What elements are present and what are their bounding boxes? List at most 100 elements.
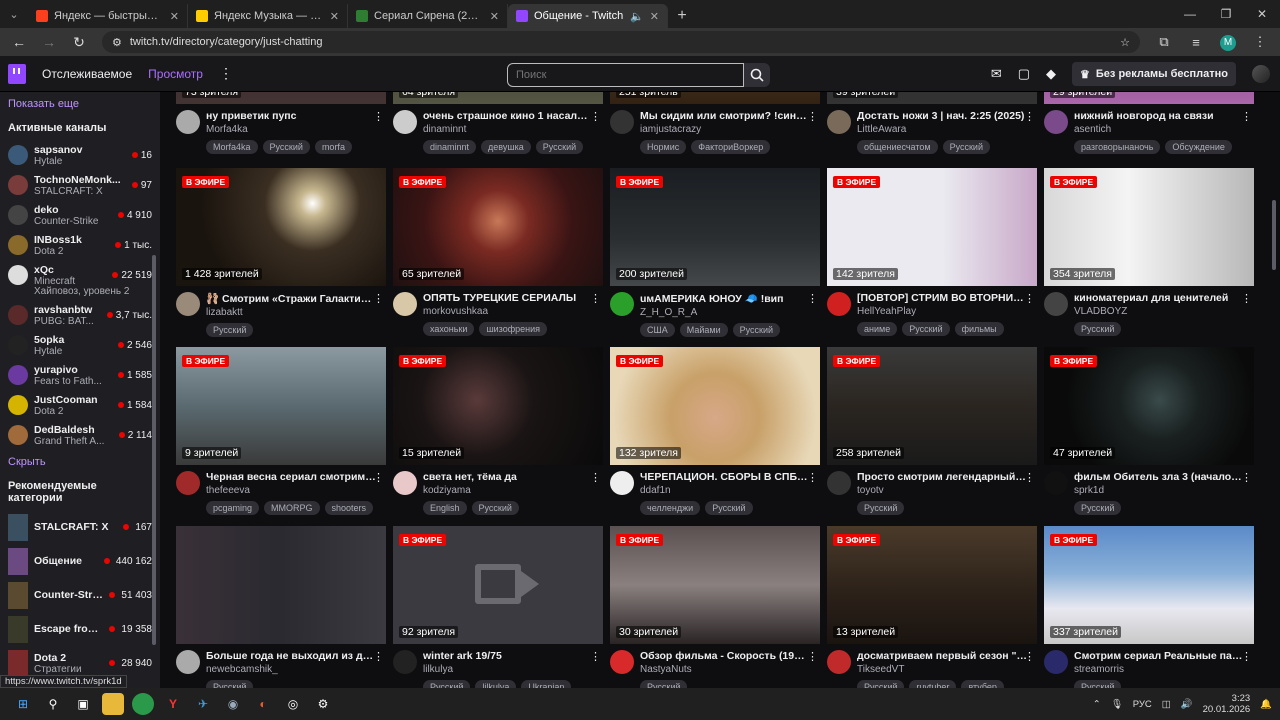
sidebar-category[interactable]: Counter-Strike 51 403 bbox=[0, 578, 160, 612]
stream-tag[interactable]: Русский bbox=[535, 140, 584, 154]
more-options-icon[interactable]: ⋮ bbox=[807, 292, 818, 305]
close-tab-icon[interactable]: ✕ bbox=[330, 10, 339, 23]
stream-card[interactable]: В ЭФИРЕ 47 зрителей фильм Обитель зла 3 … bbox=[1044, 347, 1254, 515]
stream-tag[interactable]: втубер bbox=[961, 680, 1004, 688]
streamer-avatar[interactable] bbox=[610, 110, 634, 134]
streamer-name[interactable]: HellYeahPlay bbox=[857, 306, 1037, 317]
stream-title[interactable]: 🩰 Смотрим «Стражи Галактики... bbox=[206, 292, 386, 305]
playlist-icon[interactable]: ≡ bbox=[1182, 35, 1210, 50]
stream-tag[interactable]: аниме bbox=[857, 322, 898, 336]
stream-thumbnail[interactable]: В ЭФИРЕ 9 зрителей bbox=[176, 347, 386, 465]
browser-tab[interactable]: Яндекс Музыка — собираем м ✕ bbox=[188, 4, 348, 28]
bookmark-star-icon[interactable]: ☆ bbox=[1120, 36, 1130, 49]
stream-tag[interactable]: Русский bbox=[1074, 501, 1122, 515]
prime-button[interactable]: ♛ Без рекламы бесплатно bbox=[1072, 62, 1236, 86]
stream-card[interactable]: Больше года не выходил из дом... newebca… bbox=[176, 526, 386, 688]
stream-card[interactable]: В ЭФИРЕ 337 зрителей Смотрим сериал Реал… bbox=[1044, 526, 1254, 688]
streamer-name[interactable]: kodziyama bbox=[423, 485, 603, 496]
close-tab-icon[interactable]: ✕ bbox=[170, 10, 179, 23]
network-icon[interactable]: ◫ bbox=[1162, 699, 1171, 710]
stream-tag[interactable]: dinaminnt bbox=[423, 140, 477, 154]
more-options-icon[interactable]: ⋮ bbox=[373, 471, 384, 484]
streamer-name[interactable]: ddaf1n bbox=[640, 485, 820, 496]
streamer-avatar[interactable] bbox=[610, 292, 634, 316]
twitch-logo-icon[interactable] bbox=[8, 63, 26, 84]
more-options-icon[interactable]: ⋮ bbox=[1241, 110, 1252, 123]
stream-tag[interactable]: Русский bbox=[1074, 680, 1122, 688]
stream-thumbnail[interactable]: В ЭФИРЕ 30 зрителей bbox=[610, 526, 820, 644]
more-options-icon[interactable]: ⋮ bbox=[590, 292, 601, 305]
more-options-icon[interactable]: ⋮ bbox=[373, 650, 384, 663]
stream-thumbnail[interactable]: В ЭФИРЕ 142 зрителя bbox=[827, 168, 1037, 286]
page-scrollbar[interactable] bbox=[1272, 200, 1276, 270]
streamer-avatar[interactable] bbox=[610, 650, 634, 674]
stream-title[interactable]: очень страшное кино 1 насало в ... bbox=[423, 110, 603, 122]
streamer-name[interactable]: asentich bbox=[1074, 124, 1254, 135]
sidebar-channel[interactable]: sapsanov Hytale 16 bbox=[0, 140, 160, 170]
sidebar-channel[interactable]: yurapivo Fears to Fath... 1 585 bbox=[0, 360, 160, 390]
minimize-icon[interactable]: — bbox=[1172, 7, 1208, 21]
search-input[interactable] bbox=[507, 63, 744, 87]
stream-thumbnail[interactable] bbox=[176, 526, 386, 644]
search-button[interactable] bbox=[744, 63, 770, 87]
more-options-icon[interactable]: ⋮ bbox=[590, 650, 601, 663]
streamer-avatar[interactable] bbox=[176, 471, 200, 495]
browser-tab[interactable]: Общение - Twitch 🔈 ✕ bbox=[508, 4, 668, 28]
stream-title[interactable]: киноматериал для ценителей bbox=[1074, 292, 1254, 304]
language-indicator[interactable]: РУС bbox=[1133, 699, 1152, 710]
streamer-avatar[interactable] bbox=[176, 650, 200, 674]
close-window-icon[interactable]: ✕ bbox=[1244, 7, 1280, 21]
streamer-name[interactable]: toyotv bbox=[857, 485, 1037, 496]
stream-tag[interactable]: Русский bbox=[262, 140, 310, 154]
url-field[interactable]: ⚙ twitch.tv/directory/category/just-chat… bbox=[102, 31, 1140, 53]
stream-tag[interactable]: ruvtuber bbox=[909, 680, 957, 688]
stream-tag[interactable]: Русский bbox=[423, 680, 471, 688]
streamer-name[interactable]: morkovushkaa bbox=[423, 306, 603, 317]
chrome-icon[interactable] bbox=[132, 693, 154, 715]
more-options-icon[interactable]: ⋮ bbox=[590, 110, 601, 123]
steam-icon[interactable]: ◉ bbox=[222, 693, 244, 715]
more-options-icon[interactable]: ⋮ bbox=[373, 110, 384, 123]
task-view-icon[interactable]: ▣ bbox=[72, 693, 94, 715]
stream-tag[interactable]: шизофрения bbox=[479, 322, 548, 336]
more-options-icon[interactable]: ⋮ bbox=[1024, 471, 1035, 484]
streamer-avatar[interactable] bbox=[610, 471, 634, 495]
sidebar-channel[interactable]: INBoss1k Dota 2 1 тыс. bbox=[0, 230, 160, 260]
stream-card[interactable]: В ЭФИРЕ 142 зрителя [ПОВТОР] СТРИМ ВО ВТ… bbox=[827, 168, 1037, 336]
telegram-icon[interactable]: ✈ bbox=[192, 693, 214, 715]
stream-title[interactable]: ну приветик пупс bbox=[206, 110, 386, 122]
stream-title[interactable]: Мы сидим или смотрим? !синем... bbox=[640, 110, 820, 122]
extensions-icon[interactable]: ⧉ bbox=[1150, 34, 1178, 50]
stream-tag[interactable]: pcgaming bbox=[206, 501, 260, 515]
forward-icon[interactable]: → bbox=[36, 34, 62, 50]
more-options-icon[interactable]: ⋮ bbox=[1024, 292, 1035, 305]
mute-tab-icon[interactable]: 🔈 bbox=[630, 10, 644, 23]
stream-thumbnail[interactable]: В ЭФИРЕ 200 зрителей bbox=[610, 168, 820, 286]
sidebar-channel[interactable]: deko Counter-Strike 4 910 bbox=[0, 200, 160, 230]
menu-icon[interactable]: ⋮ bbox=[1246, 34, 1274, 50]
stream-tag[interactable]: Morfa4ka bbox=[206, 140, 258, 154]
stream-title[interactable]: Достать ножи 3 | нач. 2:25 (2025) bbox=[857, 110, 1037, 122]
stream-title[interactable]: ЧЕРЕПАЦИОН. СБОРЫ В СПБ. | !... bbox=[640, 471, 820, 483]
stream-title[interactable]: Просто смотрим легендарный ф... bbox=[857, 471, 1037, 483]
stream-card[interactable]: В ЭФИРЕ 1 428 зрителей 🩰 Смотрим «Стражи… bbox=[176, 168, 386, 337]
back-icon[interactable]: ← bbox=[6, 34, 32, 50]
settings-icon[interactable]: ⚙ bbox=[312, 693, 334, 715]
volume-icon[interactable]: 🔊 bbox=[1181, 699, 1193, 710]
stream-title[interactable]: Больше года не выходил из дом... bbox=[206, 650, 386, 662]
obs-icon[interactable]: ◎ bbox=[282, 693, 304, 715]
stream-title[interactable]: света нет, тёма да bbox=[423, 471, 603, 483]
stream-title[interactable]: [ПОВТОР] СТРИМ ВО ВТОРНИК, ... bbox=[857, 292, 1037, 304]
more-options-icon[interactable]: ⋮ bbox=[590, 471, 601, 484]
streamer-avatar[interactable] bbox=[393, 471, 417, 495]
streamer-name[interactable]: sprk1d bbox=[1074, 485, 1254, 496]
stream-card[interactable]: 29 зрителей нижний новгород на связи ase… bbox=[1044, 92, 1254, 154]
hide-link[interactable]: Скрыть bbox=[0, 450, 160, 474]
stream-card[interactable]: В ЭФИРЕ 15 зрителей света нет, тёма да k… bbox=[393, 347, 603, 515]
stream-title[interactable]: нижний новгород на связи bbox=[1074, 110, 1254, 122]
streamer-avatar[interactable] bbox=[827, 471, 851, 495]
stream-thumbnail[interactable]: В ЭФИРЕ 354 зрителя bbox=[1044, 168, 1254, 286]
more-options-icon[interactable]: ⋮ bbox=[1024, 650, 1035, 663]
stream-card[interactable]: В ЭФИРЕ 258 зрителей Просто смотрим леге… bbox=[827, 347, 1037, 515]
stream-tag[interactable]: Нормис bbox=[640, 140, 687, 154]
